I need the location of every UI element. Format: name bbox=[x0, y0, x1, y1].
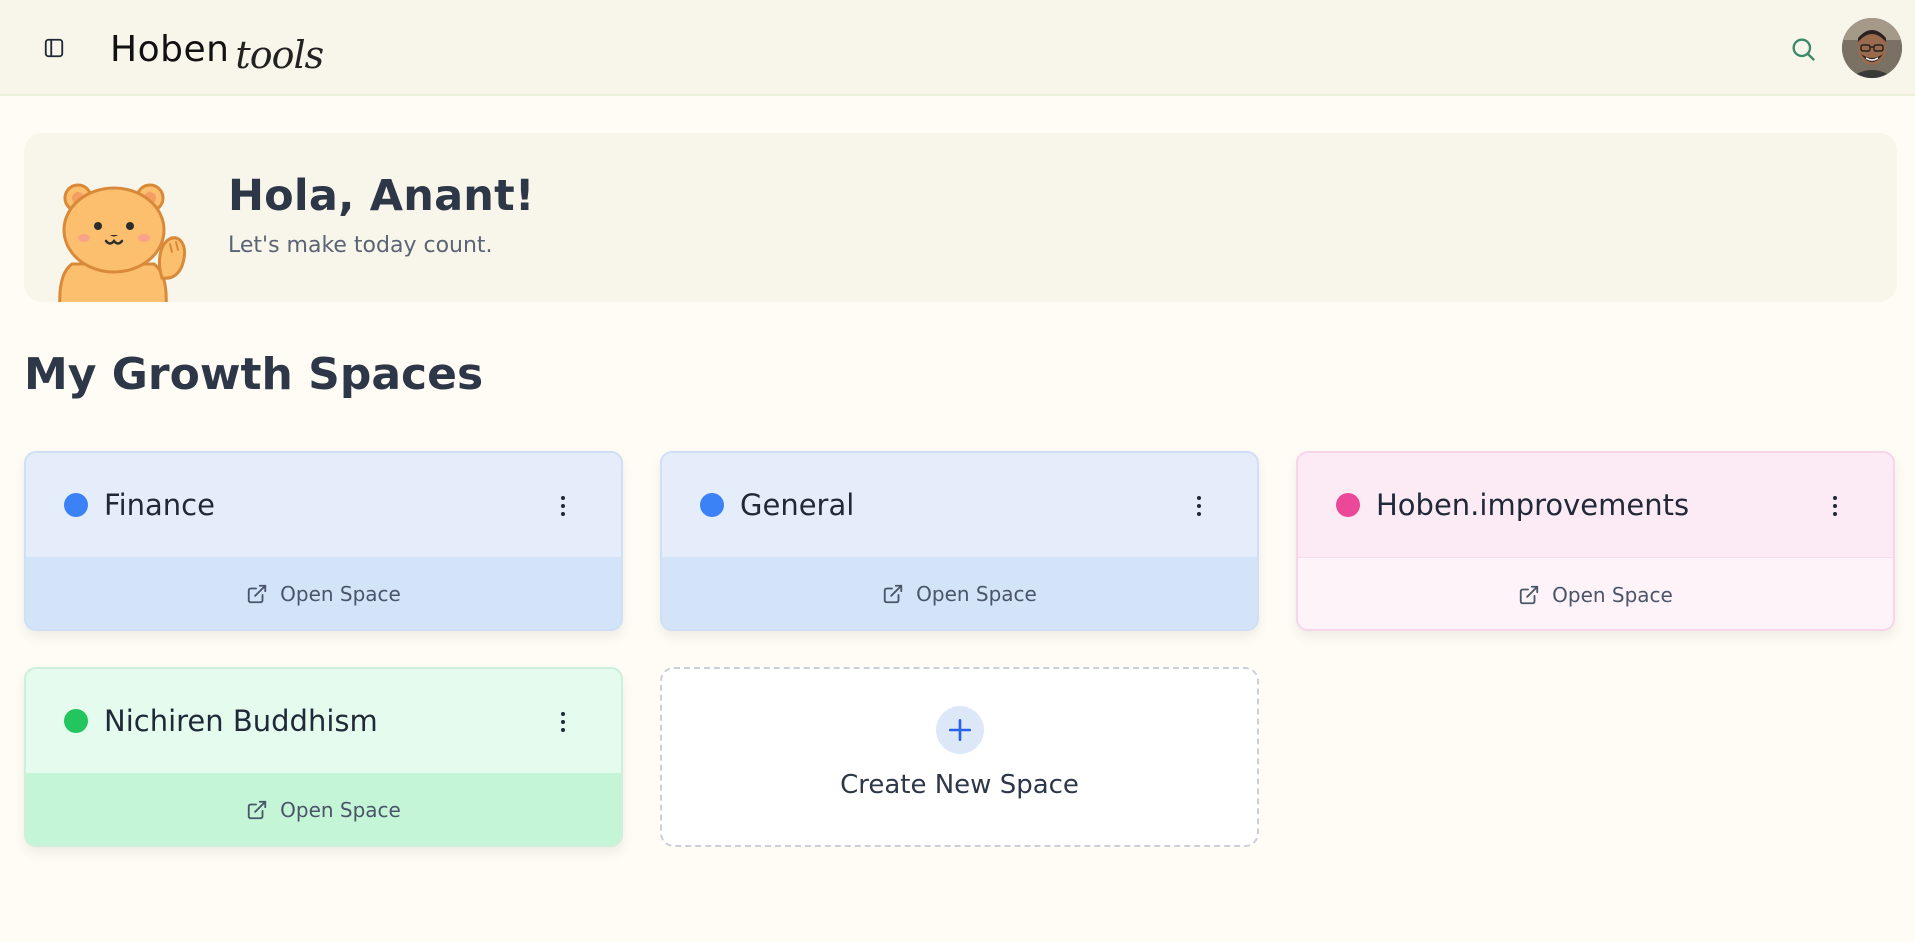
open-space-label: Open Space bbox=[1552, 582, 1673, 607]
space-name: Nichiren Buddhism bbox=[104, 704, 378, 738]
open-space-button[interactable]: Open Space bbox=[26, 557, 621, 629]
external-link-icon bbox=[247, 584, 267, 604]
space-color-dot bbox=[700, 493, 724, 517]
more-options-icon[interactable] bbox=[553, 493, 573, 519]
open-space-button[interactable]: Open Space bbox=[1298, 557, 1893, 629]
external-link-icon bbox=[883, 584, 903, 604]
space-name: General bbox=[740, 488, 855, 522]
card-header[interactable]: Hoben.improvements bbox=[1298, 453, 1893, 557]
top-bar: Hoben tools bbox=[0, 0, 1915, 96]
more-options-icon[interactable] bbox=[553, 709, 573, 735]
greeting-subtitle: Let's make today count. bbox=[228, 233, 493, 258]
more-options-icon[interactable] bbox=[1189, 493, 1209, 519]
create-space-button[interactable]: Create New Space bbox=[660, 667, 1259, 847]
section-title: My Growth Spaces bbox=[24, 349, 484, 400]
sidebar-toggle-icon[interactable] bbox=[38, 32, 70, 64]
user-avatar[interactable] bbox=[1842, 18, 1902, 78]
card-header[interactable]: General bbox=[662, 453, 1257, 557]
external-link-icon bbox=[1519, 585, 1539, 604]
open-space-button[interactable]: Open Space bbox=[26, 773, 621, 845]
more-options-icon[interactable] bbox=[1825, 493, 1845, 519]
space-color-dot bbox=[1336, 493, 1360, 517]
space-card-nichiren-buddhism: Nichiren Buddhism Open Space bbox=[24, 667, 623, 847]
welcome-banner: Hola, Anant! Let's make today count. bbox=[24, 133, 1897, 302]
open-space-label: Open Space bbox=[916, 582, 1037, 606]
card-header[interactable]: Finance bbox=[26, 453, 621, 557]
open-space-button[interactable]: Open Space bbox=[662, 557, 1257, 629]
open-space-label: Open Space bbox=[280, 582, 401, 606]
bear-mascot-icon bbox=[58, 183, 187, 302]
space-card-general: General Open Space bbox=[660, 451, 1259, 631]
plus-icon bbox=[935, 706, 984, 754]
greeting-title: Hola, Anant! bbox=[228, 171, 535, 221]
brand-logo[interactable]: Hoben tools bbox=[110, 20, 324, 80]
open-space-label: Open Space bbox=[280, 798, 401, 822]
external-link-icon bbox=[247, 800, 267, 820]
space-color-dot bbox=[64, 709, 88, 733]
space-card-hoben-improvements: Hoben.improvements Open Space bbox=[1296, 451, 1895, 631]
brand-name: Hoben bbox=[110, 29, 230, 70]
space-name: Finance bbox=[104, 488, 215, 522]
search-icon[interactable] bbox=[1786, 32, 1820, 66]
brand-script: tools bbox=[235, 33, 324, 77]
space-name: Hoben.improvements bbox=[1376, 488, 1690, 522]
space-color-dot bbox=[64, 493, 88, 517]
card-header[interactable]: Nichiren Buddhism bbox=[26, 669, 621, 773]
space-card-finance: Finance Open Space bbox=[24, 451, 623, 631]
create-space-label: Create New Space bbox=[840, 770, 1079, 800]
